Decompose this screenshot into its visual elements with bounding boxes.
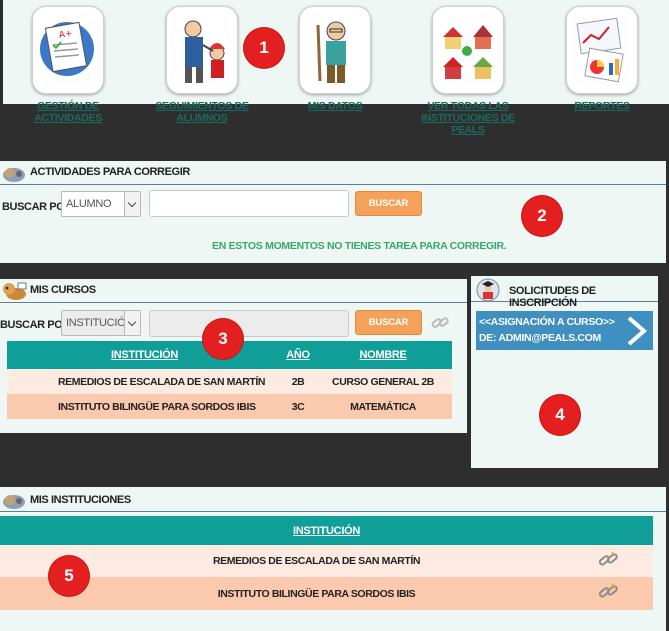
activities-select-value: ALUMNO [66, 198, 112, 210]
activities-header: ACTIVIDADES PARA CORREGIR [0, 161, 666, 185]
institutions-header: MIS INSTITUCIONES [0, 487, 666, 512]
nav-label-reports[interactable]: REPORTES [547, 100, 657, 112]
table-row[interactable]: INSTITUTO BILINGÜE PARA SORDOS IBIS 3C M… [7, 394, 452, 419]
nav-label-my-data[interactable]: MIS DATOS [280, 100, 390, 112]
top-navigation: A+ GESTIÓN DE ACTIVIDADES SEGUIMIENTOS D… [3, 0, 669, 136]
nav-item-student-tracking[interactable]: SEGUIMIENTOS DE ALUMNOS [147, 0, 257, 124]
column-header-institution[interactable]: INSTITUCIÓN [0, 516, 653, 545]
link-icon[interactable] [430, 314, 450, 332]
column-header-name[interactable]: NOMBRE [314, 341, 452, 369]
courses-select-value: INSTITUCIÓN [66, 317, 133, 329]
schools-icon[interactable] [432, 6, 504, 94]
teacher-student-icon[interactable] [166, 6, 238, 94]
request-item-line2: DE: ADMIN@PEALS.COM [479, 332, 601, 344]
column-header-year[interactable]: AÑO [282, 341, 314, 369]
chevron-down-icon[interactable] [124, 311, 140, 335]
table-row[interactable]: REMEDIOS DE ESCALADA DE SAN MARTÍN [0, 545, 653, 577]
course-name: CURSO GENERAL 2B [314, 369, 452, 394]
nav-label-student-tracking[interactable]: SEGUIMIENTOS DE ALUMNOS [147, 100, 257, 124]
requests-panel: SOLICITUDES DE INSCRIPCIÓN <<ASIGNACIÓN … [471, 276, 658, 468]
charts-icon[interactable] [566, 6, 638, 94]
link-icon[interactable] [597, 582, 619, 602]
chevron-right-icon[interactable] [624, 315, 650, 347]
teacher-icon[interactable] [299, 6, 371, 94]
courses-search-input[interactable] [149, 310, 349, 337]
activities-panel: ACTIVIDADES PARA CORREGIR BUSCAR POR ALU… [0, 161, 666, 263]
courses-search-button[interactable]: BUSCAR [355, 310, 422, 335]
annotation-badge-4: 4 [540, 395, 580, 435]
courses-search-select[interactable]: INSTITUCIÓN [61, 310, 141, 336]
annotation-badge-2: 2 [522, 196, 562, 236]
request-item[interactable]: <<ASIGNACIÓN A CURSO>> DE: ADMIN@PEALS.C… [476, 311, 653, 350]
courses-header: MIS CURSOS [0, 279, 467, 303]
institutions-title: MIS INSTITUCIONES [30, 494, 131, 506]
table-row[interactable]: REMEDIOS DE ESCALADA DE SAN MARTÍN 2B CU… [7, 369, 452, 394]
nav-item-all-institutions[interactable]: VER TODAS LAS INSTITUCIONES DE PEALS [413, 0, 523, 136]
institution-link-cell [563, 577, 653, 610]
dog-icon [3, 282, 27, 300]
institutions-table: INSTITUCIÓN REMEDIOS DE ESCALADA DE SAN … [0, 516, 653, 610]
cat-icon [3, 168, 25, 182]
nav-label-all-institutions[interactable]: VER TODAS LAS INSTITUCIONES DE PEALS [413, 100, 523, 136]
graduate-icon [476, 278, 500, 302]
link-icon[interactable] [597, 550, 619, 570]
activities-empty-message: EN ESTOS MOMENTOS NO TIENES TAREA PARA C… [212, 240, 507, 252]
institution-link-cell [563, 545, 653, 577]
activities-search-button[interactable]: BUSCAR [355, 191, 422, 216]
course-year: 3C [282, 394, 314, 419]
course-name: MATEMÁTICA [314, 394, 452, 419]
courses-search-label: BUSCAR POR [0, 319, 70, 331]
requests-header: SOLICITUDES DE INSCRIPCIÓN [471, 276, 658, 309]
annotation-badge-1: 1 [244, 28, 284, 68]
course-year: 2B [282, 369, 314, 394]
annotation-badge-5: 5 [49, 556, 89, 596]
nav-label-activities[interactable]: GESTIÓN DE ACTIVIDADES [13, 100, 123, 124]
course-institution: INSTITUTO BILINGÜE PARA SORDOS IBIS [7, 394, 282, 419]
institutions-panel: MIS INSTITUCIONES INSTITUCIÓN REMEDIOS D… [0, 487, 666, 631]
chevron-down-icon[interactable] [124, 192, 140, 216]
activities-search-select[interactable]: ALUMNO [61, 191, 141, 217]
courses-title: MIS CURSOS [30, 284, 96, 296]
nav-item-reports[interactable]: REPORTES [547, 0, 657, 112]
course-institution: REMEDIOS DE ESCALADA DE SAN MARTÍN [7, 369, 282, 394]
request-item-line1: <<ASIGNACIÓN A CURSO>> [479, 316, 615, 328]
activities-search-input[interactable] [149, 190, 349, 217]
nav-item-my-data[interactable]: MIS DATOS [280, 0, 390, 112]
activities-title: ACTIVIDADES PARA CORREGIR [30, 166, 190, 178]
annotation-badge-3: 3 [203, 319, 243, 359]
requests-title: SOLICITUDES DE INSCRIPCIÓN [509, 285, 596, 309]
clipboard-icon[interactable]: A+ [32, 6, 104, 94]
nav-item-activities[interactable]: A+ GESTIÓN DE ACTIVIDADES [13, 0, 123, 124]
table-row[interactable]: INSTITUTO BILINGÜE PARA SORDOS IBIS [0, 577, 653, 610]
cat-icon [3, 495, 25, 509]
